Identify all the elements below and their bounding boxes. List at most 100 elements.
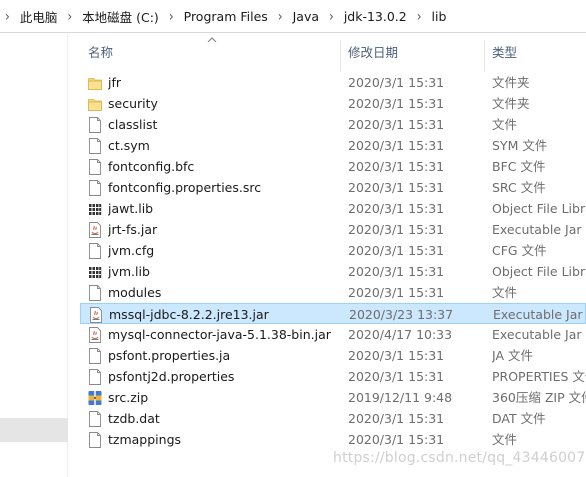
file-type: Executable Jar File: [493, 307, 586, 322]
file-row[interactable]: mssql-jdbc-8.2.2.jre13.jar 2020/3/23 13:3…: [80, 303, 586, 324]
file-name: psfont.properties.ja: [108, 348, 231, 363]
file-row[interactable]: security 2020/3/1 15:31 文件夹: [80, 93, 586, 114]
file-row[interactable]: jfr 2020/3/1 15:31 文件夹: [80, 72, 586, 93]
breadcrumb-separator[interactable]: ›: [62, 8, 77, 25]
file-name: psfontj2d.properties: [108, 369, 235, 384]
file-type: 文件: [492, 285, 518, 300]
file-name: mssql-jdbc-8.2.2.jre13.jar: [109, 307, 269, 322]
file-name: security: [108, 96, 158, 111]
library-icon: [88, 201, 102, 217]
column-divider[interactable]: [484, 40, 485, 72]
file-icon: [88, 180, 102, 196]
file-row[interactable]: ct.sym 2020/3/1 15:31 SYM 文件: [80, 135, 586, 156]
file-row[interactable]: tzdb.dat 2020/3/1 15:31 DAT 文件: [80, 408, 586, 429]
file-date-modified: 2020/3/1 15:31: [348, 264, 445, 279]
column-header-name[interactable]: 名称: [88, 34, 113, 72]
file-date-modified: 2020/3/1 15:31: [348, 96, 445, 111]
file-icon: [88, 117, 102, 133]
breadcrumb-item-label: Program Files: [183, 8, 268, 24]
breadcrumb-separator[interactable]: ›: [164, 8, 179, 25]
breadcrumb-item[interactable]: jdk-13.0.2: [339, 0, 412, 32]
file-row[interactable]: jawt.lib 2020/3/1 15:31 Object File Librar…: [80, 198, 586, 219]
file-type: 文件: [492, 432, 518, 447]
file-type: CFG 文件: [492, 243, 547, 258]
breadcrumb-item[interactable]: 本地磁盘 (C:): [77, 0, 164, 32]
breadcrumb-separator[interactable]: ›: [412, 8, 427, 25]
breadcrumb-item-label: lib: [431, 8, 447, 24]
file-date-modified: 2020/3/1 15:31: [348, 432, 445, 447]
jar-icon: [88, 222, 102, 238]
file-type: SYM 文件: [492, 138, 548, 153]
column-headers: 名称 修改日期 类型: [68, 34, 586, 72]
file-name: jvm.cfg: [108, 243, 155, 258]
file-date-modified: 2020/3/1 15:31: [348, 75, 445, 90]
file-icon: [88, 243, 102, 259]
zip-icon: [88, 390, 102, 406]
file-row[interactable]: psfont.properties.ja 2020/3/1 15:31 JA 文件: [80, 345, 586, 366]
file-date-modified: 2020/3/1 15:31: [348, 285, 445, 300]
navigation-pane-selected-item[interactable]: [0, 418, 68, 442]
file-name: modules: [108, 285, 162, 300]
breadcrumb-leading-separator[interactable]: ›: [0, 8, 15, 25]
file-name: classlist: [108, 117, 158, 132]
file-row[interactable]: jvm.lib 2020/3/1 15:31 Object File Library: [80, 261, 586, 282]
breadcrumb-separator[interactable]: ›: [324, 8, 339, 25]
file-type: PROPERTIES 文件: [492, 369, 586, 384]
file-row[interactable]: mysql-connector-java-5.1.38-bin.jar 2020/…: [80, 324, 586, 345]
file-date-modified: 2020/3/1 15:31: [348, 222, 445, 237]
file-type: 360压缩 ZIP 文件: [492, 390, 586, 405]
jar-icon: [89, 307, 103, 323]
file-row[interactable]: modules 2020/3/1 15:31 文件: [80, 282, 586, 303]
file-name: jawt.lib: [108, 201, 154, 216]
file-date-modified: 2020/3/1 15:31: [348, 348, 445, 363]
column-divider[interactable]: [340, 40, 341, 72]
file-type: BFC 文件: [492, 159, 546, 174]
breadcrumb-separator[interactable]: ›: [273, 8, 288, 25]
file-date-modified: 2020/3/1 15:31: [348, 117, 445, 132]
breadcrumb-item[interactable]: lib: [427, 0, 452, 32]
watermark: https://blog.csdn.net/qq_43446007: [333, 450, 586, 466]
file-type: Executable Jar File: [492, 327, 586, 342]
file-name: ct.sym: [108, 138, 150, 153]
file-row[interactable]: fontconfig.properties.src 2020/3/1 15:31 S…: [80, 177, 586, 198]
file-icon: [88, 159, 102, 175]
folder-icon: [88, 96, 102, 112]
file-name: mysql-connector-java-5.1.38-bin.jar: [108, 327, 331, 342]
column-header-type[interactable]: 类型: [492, 34, 517, 72]
file-icon: [88, 411, 102, 427]
breadcrumb: › 此电脑 › 本地磁盘 (C:) › Program Files › Java › jdk-1…: [0, 0, 451, 32]
column-header-date[interactable]: 修改日期: [348, 34, 398, 72]
file-row[interactable]: fontconfig.bfc 2020/3/1 15:31 BFC 文件: [80, 156, 586, 177]
file-row[interactable]: classlist 2020/3/1 15:31 文件: [80, 114, 586, 135]
file-type: JA 文件: [492, 348, 533, 363]
file-icon: [88, 348, 102, 364]
file-date-modified: 2020/3/1 15:31: [348, 138, 445, 153]
navigation-pane[interactable]: [0, 34, 68, 477]
library-icon: [88, 264, 102, 280]
file-type: Executable Jar File: [492, 222, 586, 237]
file-type: SRC 文件: [492, 180, 546, 195]
breadcrumb-item[interactable]: Program Files: [179, 0, 273, 32]
file-type: DAT 文件: [492, 411, 546, 426]
folder-icon: [88, 75, 102, 91]
address-bar[interactable]: › 此电脑 › 本地磁盘 (C:) › Program Files › Java › jdk-1…: [0, 0, 586, 33]
file-name: tzdb.dat: [108, 411, 160, 426]
file-type: Object File Library: [492, 201, 586, 216]
file-name: tzmappings: [108, 432, 182, 447]
file-name: jvm.lib: [108, 264, 150, 279]
breadcrumb-item[interactable]: Java: [288, 0, 324, 32]
file-name: jrt-fs.jar: [108, 222, 158, 237]
breadcrumb-item[interactable]: 此电脑: [15, 0, 63, 32]
file-date-modified: 2020/4/17 10:33: [348, 327, 453, 342]
file-row[interactable]: src.zip 2019/12/11 9:48 360压缩 ZIP 文件: [80, 387, 586, 408]
file-name: fontconfig.properties.src: [108, 180, 262, 195]
file-date-modified: 2020/3/1 15:31: [348, 369, 445, 384]
file-row[interactable]: jvm.cfg 2020/3/1 15:31 CFG 文件: [80, 240, 586, 261]
file-name: fontconfig.bfc: [108, 159, 195, 174]
file-name: jfr: [108, 75, 122, 90]
file-icon: [88, 432, 102, 448]
file-row[interactable]: tzmappings 2020/3/1 15:31 文件: [80, 429, 586, 450]
file-row[interactable]: psfontj2d.properties 2020/3/1 15:31 PROPER…: [80, 366, 586, 387]
file-row[interactable]: jrt-fs.jar 2020/3/1 15:31 Executable Jar F…: [80, 219, 586, 240]
file-name: src.zip: [108, 390, 149, 405]
